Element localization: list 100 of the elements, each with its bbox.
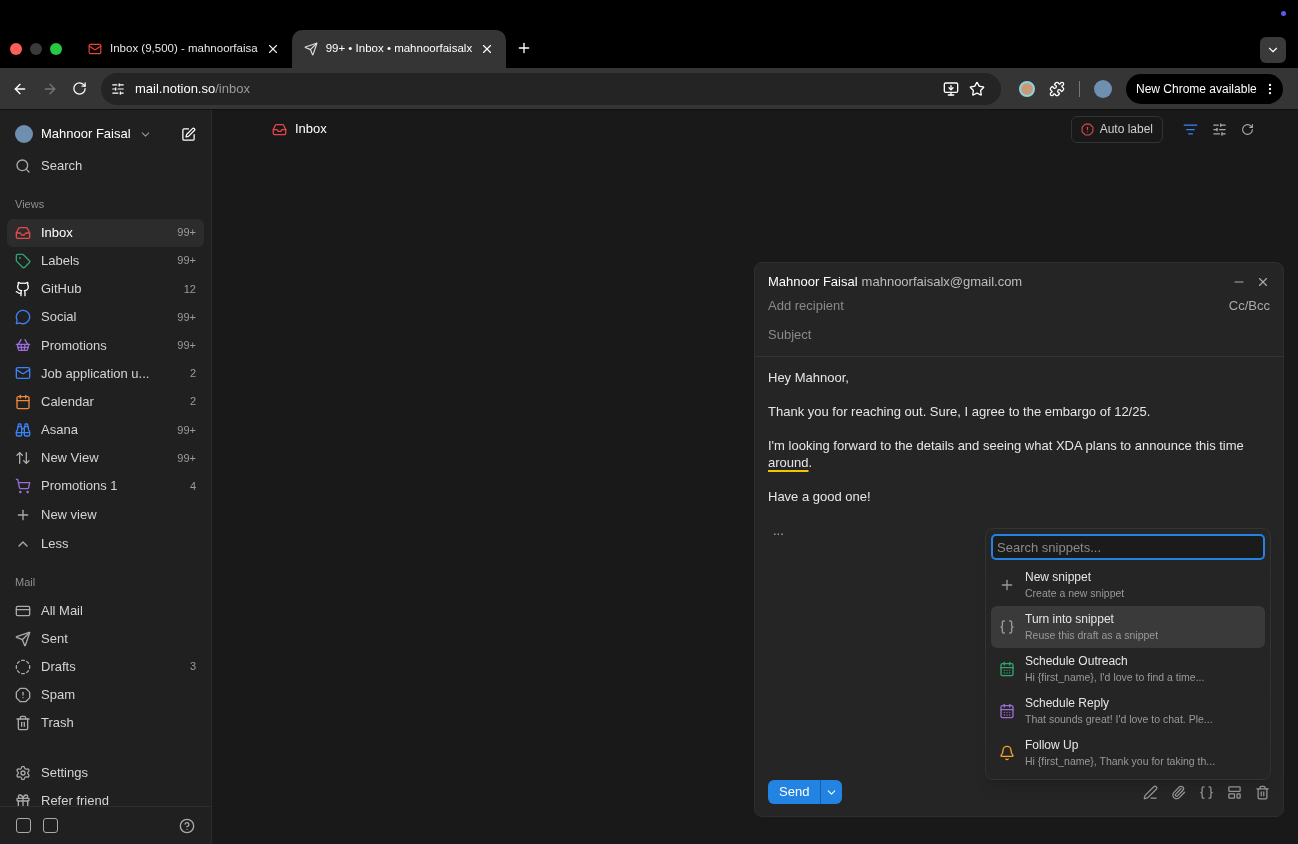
item-label: Less — [41, 535, 70, 554]
snippet-preview: Hi {first_name}, Thank you for taking th... — [1025, 754, 1216, 769]
tab-title: 99+ • Inbox • mahnoorfaisalx — [325, 41, 473, 57]
sidebar-item[interactable]: Labels 99+ — [7, 246, 204, 275]
trash-icon — [15, 714, 31, 731]
sidebar-item[interactable]: Calendar 2 — [7, 387, 204, 416]
trash-icon[interactable] — [1255, 784, 1270, 800]
item-label: Sent — [41, 629, 69, 648]
snippet-preview: Create a new snippet — [1025, 586, 1125, 601]
item-count: 2 — [189, 394, 196, 410]
update-button[interactable]: New Chrome available — [1126, 73, 1283, 104]
sidebar-item[interactable]: Promotions 99+ — [7, 331, 204, 360]
item-label: Job application u... — [41, 364, 151, 383]
item-label: New view — [41, 506, 98, 525]
item-label: Asana — [41, 421, 79, 440]
browser-tab[interactable]: 99+ • Inbox • mahnoorfaisalx — [291, 30, 507, 68]
paper-plane-icon — [303, 42, 318, 56]
item-label: Labels — [41, 251, 81, 270]
cart-icon — [15, 478, 31, 495]
sidebar-item[interactable]: New View 99+ — [7, 444, 204, 472]
site-settings-icon[interactable] — [111, 81, 125, 96]
body-paragraph: Thank you for reaching out. Sure, I agree to the embargo of 12/25. — [768, 403, 1152, 420]
tag-icon — [15, 252, 31, 269]
extension-icon[interactable] — [1019, 80, 1035, 97]
snippet-title: Schedule Outreach — [1025, 653, 1129, 669]
item-label: New View — [41, 449, 100, 468]
item-label: Settings — [41, 763, 89, 782]
recipient-field[interactable]: Add recipient — [768, 296, 1229, 316]
sidebar-item[interactable]: New view — [7, 501, 204, 530]
subject-field[interactable]: Subject — [768, 320, 1270, 348]
sidebar-item[interactable]: Social 99+ — [7, 303, 204, 332]
item-count: 99+ — [177, 225, 196, 241]
search-icon — [15, 158, 31, 174]
auto-label-button[interactable]: Auto label — [1070, 115, 1163, 143]
sidebar-item[interactable]: Inbox 99+ — [7, 218, 204, 247]
item-count: 99+ — [177, 450, 196, 466]
sidebar-item[interactable]: Refer friend — [7, 786, 204, 806]
reload-icon[interactable] — [72, 81, 87, 96]
tab-search-button[interactable] — [1260, 37, 1286, 63]
snippet-search-field[interactable]: Search snippets... — [991, 534, 1265, 560]
sidebar-item[interactable]: Job application u... 2 — [7, 359, 204, 388]
cc-bcc-link[interactable]: Cc/Bcc — [1228, 296, 1270, 316]
braces-icon[interactable] — [1199, 784, 1214, 800]
sliders-icon[interactable] — [1212, 121, 1227, 137]
alert-icon — [15, 686, 31, 703]
item-label: Refer friend — [41, 791, 110, 806]
compose-icon[interactable] — [181, 126, 196, 142]
signature-icon[interactable] — [1143, 784, 1158, 800]
settings-icon — [15, 764, 31, 781]
search-button[interactable]: Search — [0, 152, 211, 180]
help-icon[interactable] — [179, 817, 195, 834]
bookmark-star-icon[interactable] — [969, 80, 985, 97]
address-bar[interactable]: mail.notion.so/inbox — [101, 72, 1001, 105]
puzzle-icon[interactable] — [1049, 80, 1065, 97]
item-label: Social — [41, 308, 78, 327]
sidebar-item[interactable]: Asana 99+ — [7, 415, 204, 444]
snippet-title: Follow Up — [1025, 737, 1080, 753]
binoculars-icon — [15, 421, 31, 438]
item-label: Trash — [41, 713, 75, 732]
cat-logo-icon — [15, 280, 31, 297]
close-icon[interactable] — [1256, 275, 1270, 289]
sidebar-item[interactable]: All Mail — [7, 596, 204, 625]
sidebar-item[interactable]: GitHub 12 — [7, 274, 204, 303]
plus-icon — [999, 577, 1015, 593]
alert-icon — [1080, 122, 1094, 136]
sidebar-item[interactable]: Less — [7, 530, 204, 559]
item-label: Inbox — [41, 223, 74, 242]
install-icon[interactable] — [943, 80, 959, 97]
sender-email: mahnoorfaisalx@gmail.com — [861, 273, 1023, 292]
up-down-arrows-icon — [15, 450, 31, 466]
sidebar-item[interactable]: Settings — [7, 758, 204, 787]
inbox-icon — [15, 224, 31, 241]
sidebar-item[interactable]: Spam — [7, 680, 204, 709]
sidebar-item[interactable]: Sent — [7, 624, 204, 653]
profile-avatar-icon[interactable] — [1094, 79, 1112, 98]
filter-icon[interactable] — [1183, 121, 1198, 137]
inbox-icon — [272, 121, 287, 137]
sidebar-item[interactable]: Trash — [7, 708, 204, 737]
window-icon[interactable] — [1227, 784, 1242, 800]
refresh-icon[interactable] — [1241, 122, 1254, 136]
snippet-preview: Reuse this draft as a snippet — [1025, 628, 1159, 643]
calendar-icon — [999, 661, 1015, 677]
sidebar-item[interactable]: Promotions 1 4 — [7, 472, 204, 501]
chat-bubble-icon — [15, 309, 31, 326]
calendar-icon — [999, 703, 1015, 719]
item-count: 4 — [189, 478, 196, 494]
item-count: 99+ — [177, 253, 196, 269]
snippet-title: Turn into snippet — [1025, 611, 1115, 627]
snippet-item[interactable]: Turn into snippet Reuse this draft as a snippet — [991, 606, 1265, 648]
close-window-icon[interactable] — [10, 43, 22, 55]
snippet-preview: Hi {first_name}, I'd love to find a time... — [1025, 670, 1205, 685]
account-name[interactable]: Mahnoor Faisal — [41, 124, 131, 144]
envelope-icon — [15, 365, 31, 382]
browser-tab[interactable]: Inbox (9,500) - mahnoorfaisa — [76, 30, 292, 68]
paperclip-icon[interactable] — [1171, 784, 1186, 800]
sidebar-item[interactable]: Drafts 3 — [7, 652, 204, 681]
envelope-icon — [88, 42, 102, 56]
maximize-window-icon[interactable] — [50, 43, 62, 55]
item-label: Calendar — [41, 392, 95, 411]
snippet-preview: That sounds great! I'd love to chat. Ple... — [1025, 712, 1213, 727]
